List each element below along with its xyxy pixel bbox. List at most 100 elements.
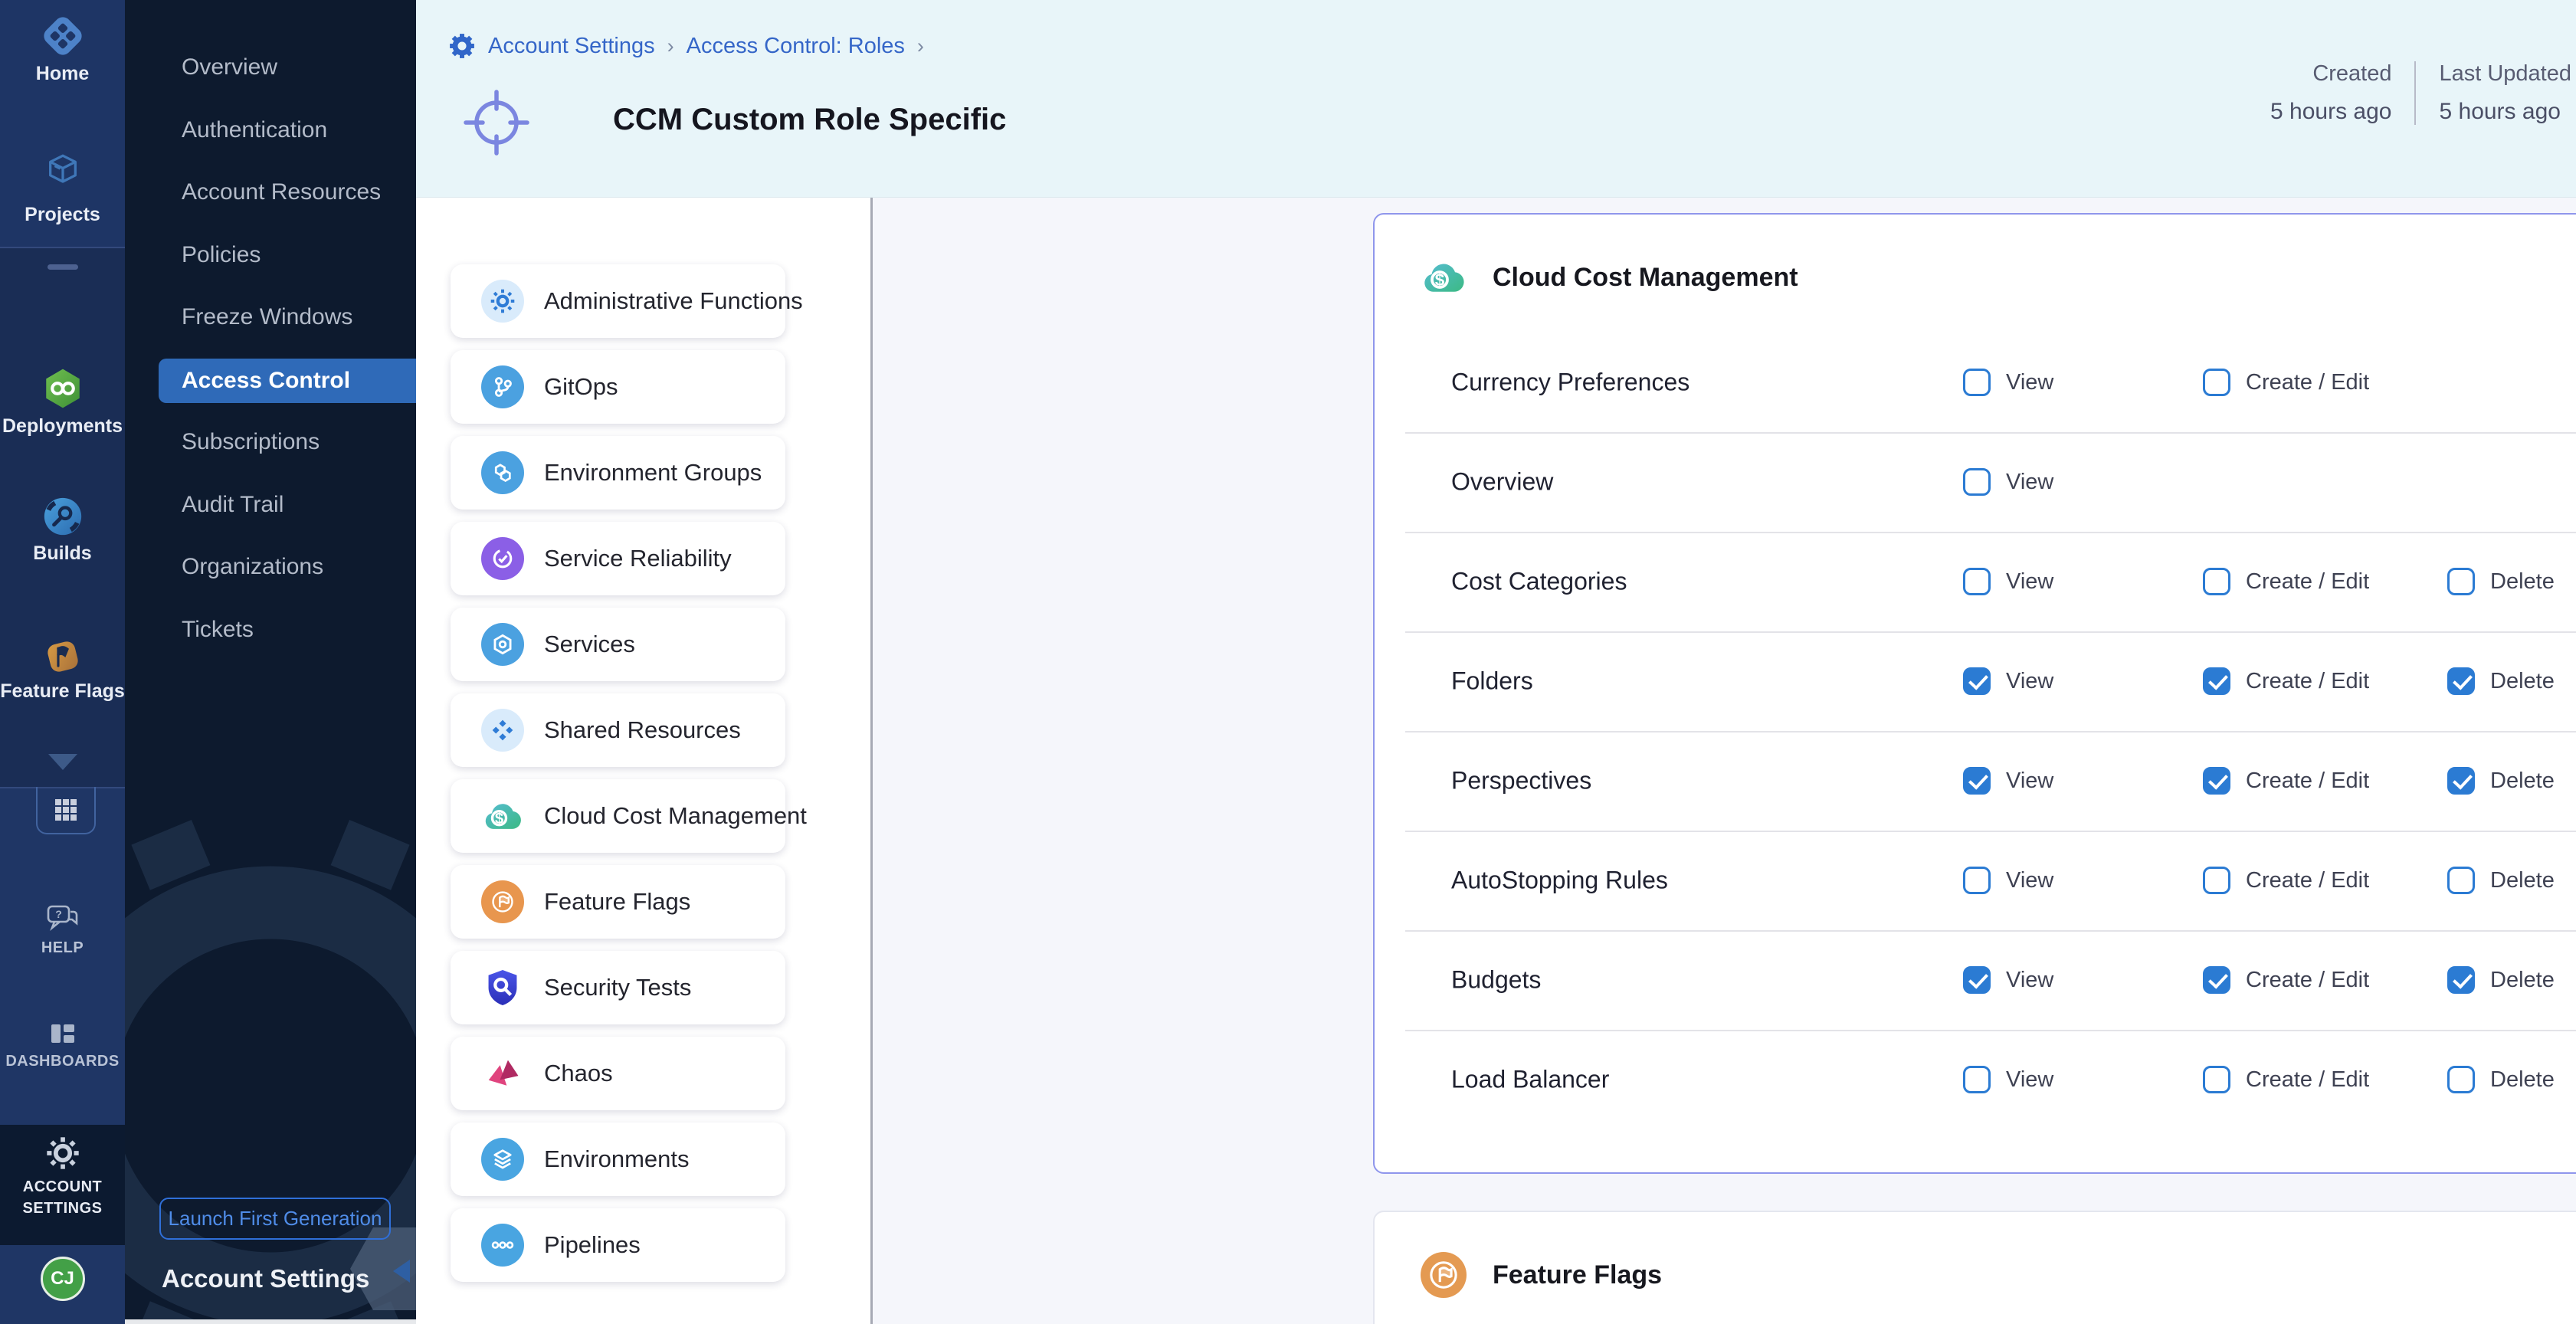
category-card-administrative-functions[interactable]: Administrative Functions [451,264,785,338]
category-card-chaos[interactable]: Chaos [451,1037,785,1110]
rail-item-deployments[interactable] [0,366,125,411]
category-card-services[interactable]: Services [451,608,785,681]
security-tests-icon [481,966,524,1009]
rail-item-account-settings[interactable] [0,1136,125,1171]
checkbox-delete-budgets[interactable] [2447,966,2475,994]
rail-item-dashboards[interactable] [0,1019,125,1051]
checkbox-view-load-balancer[interactable] [1963,1066,1991,1093]
breadcrumb-account-settings[interactable]: Account Settings [488,34,655,59]
category-card-feature-flags[interactable]: Feature Flags [451,865,785,939]
checkbox-create-edit-folders[interactable] [2203,667,2230,695]
rail-item-label: Projects [0,204,125,226]
menu-item-audit-trail[interactable]: Audit Trail [125,474,416,536]
category-card-service-reliability[interactable]: Service Reliability [451,522,785,595]
permission-label: View [2006,370,2053,395]
chevron-down-icon[interactable] [48,754,77,770]
category-card-pipelines[interactable]: Pipelines [451,1208,785,1282]
checkbox-create-edit-budgets[interactable] [2203,966,2230,994]
checkbox-delete-load-balancer[interactable] [2447,1066,2475,1093]
checkbox-create-edit-cost-categories[interactable] [2203,568,2230,595]
permission-row-label: Load Balancer [1451,1066,1609,1094]
projects-icon [0,149,125,192]
rail-item-label: Builds [0,542,125,565]
permission-delete-perspectives: Delete [2447,767,2555,795]
category-card-label: Environment Groups [544,459,762,487]
menu-item-tickets[interactable]: Tickets [125,598,416,661]
pipelines-icon [481,1224,524,1267]
menu-item-policies[interactable]: Policies [125,224,416,287]
services-icon [481,623,524,666]
checkbox-view-currency-preferences[interactable] [1963,369,1991,396]
module-rail: HomeProjectsDeploymentsBuildsFeature Fla… [0,0,125,1324]
permission-create-edit-folders: Create / Edit [2203,667,2369,695]
category-card-cloud-cost-management[interactable]: $Cloud Cost Management [451,779,785,853]
category-card-environment-groups[interactable]: Environment Groups [451,436,785,510]
checkbox-create-edit-load-balancer[interactable] [2203,1066,2230,1093]
category-card-security-tests[interactable]: Security Tests [451,951,785,1024]
checkbox-view-autostopping-rules[interactable] [1963,867,1991,894]
checkbox-view-folders[interactable] [1963,667,1991,695]
category-card-label: Services [544,631,635,658]
permission-label: Delete [2490,569,2555,595]
checkbox-view-overview[interactable] [1963,468,1991,496]
permission-delete-cost-categories: Delete [2447,568,2555,595]
feature-flags-icon [0,634,125,679]
permission-label: View [2006,968,2053,993]
permission-label: View [2006,569,2053,595]
last-updated-label: Last Updated [2439,61,2571,87]
category-card-gitops[interactable]: GitOps [451,350,785,424]
permission-view-perspectives: View [1963,767,2053,795]
svg-text:$: $ [495,811,503,828]
rail-item-help[interactable]: ? [0,903,125,935]
checkbox-delete-perspectives[interactable] [2447,767,2475,795]
rail-item-home[interactable] [0,11,125,61]
environments-icon [481,1138,524,1181]
permission-label: Delete [2490,868,2555,893]
permission-view-autostopping-rules: View [1963,867,2053,894]
rail-item-feature-flags[interactable] [0,634,125,679]
main-content: Administrative Functions GitOps Environmen… [416,198,2576,1324]
menu-item-organizations[interactable]: Organizations [125,536,416,598]
feature-flags-panel-title: Feature Flags [1493,1260,1662,1290]
permission-row-label: Cost Categories [1451,568,1627,596]
rail-drag-handle [48,264,78,270]
module-picker-button[interactable] [36,787,96,834]
collapse-panel-icon[interactable] [393,1260,410,1283]
permission-row-autostopping-rules: AutoStopping RulesViewCreate / EditDelet… [1375,831,2576,930]
rail-item-label: Feature Flags [0,680,125,703]
rail-item-projects[interactable] [0,149,125,192]
launch-first-generation-button[interactable]: Launch First Generation [159,1198,391,1240]
menu-item-subscriptions[interactable]: Subscriptions [125,411,416,474]
checkbox-view-cost-categories[interactable] [1963,568,1991,595]
checkbox-delete-folders[interactable] [2447,667,2475,695]
category-card-environments[interactable]: Environments [451,1122,785,1196]
rail-item-builds[interactable] [0,494,125,539]
menu-item-authentication[interactable]: Authentication [125,99,416,162]
breadcrumb-access-control-roles[interactable]: Access Control: Roles [687,34,905,59]
gear-icon [0,1136,125,1171]
checkbox-view-budgets[interactable] [1963,966,1991,994]
ccm-permissions-panel: $ Cloud Cost Management Currency Prefere… [1373,213,2576,1174]
home-icon [0,11,125,61]
checkbox-create-edit-currency-preferences[interactable] [2203,369,2230,396]
permission-delete-folders: Delete [2447,667,2555,695]
menu-item-overview[interactable]: Overview [125,36,416,99]
permission-view-overview: View [1963,468,2053,496]
checkbox-delete-cost-categories[interactable] [2447,568,2475,595]
menu-item-freeze-windows[interactable]: Freeze Windows [125,286,416,349]
menu-item-access-control[interactable]: Access Control [159,359,416,403]
role-target-icon [460,86,533,159]
permission-label: Create / Edit [2246,868,2369,893]
checkbox-create-edit-perspectives[interactable] [2203,767,2230,795]
category-card-shared-resources[interactable]: Shared Resources [451,693,785,767]
role-timestamps: Created 5 hours ago Last Updated 5 hours… [2270,61,2571,125]
checkbox-view-perspectives[interactable] [1963,767,1991,795]
permission-row-label: Perspectives [1451,767,1591,795]
permissions-area: $ Cloud Cost Management Currency Prefere… [873,198,2576,1324]
avatar[interactable]: CJ [41,1257,85,1301]
checkbox-delete-autostopping-rules[interactable] [2447,867,2475,894]
checkbox-create-edit-autostopping-rules[interactable] [2203,867,2230,894]
permission-view-currency-preferences: View [1963,369,2053,396]
permission-delete-load-balancer: Delete [2447,1066,2555,1093]
menu-item-account-resources[interactable]: Account Resources [125,161,416,224]
